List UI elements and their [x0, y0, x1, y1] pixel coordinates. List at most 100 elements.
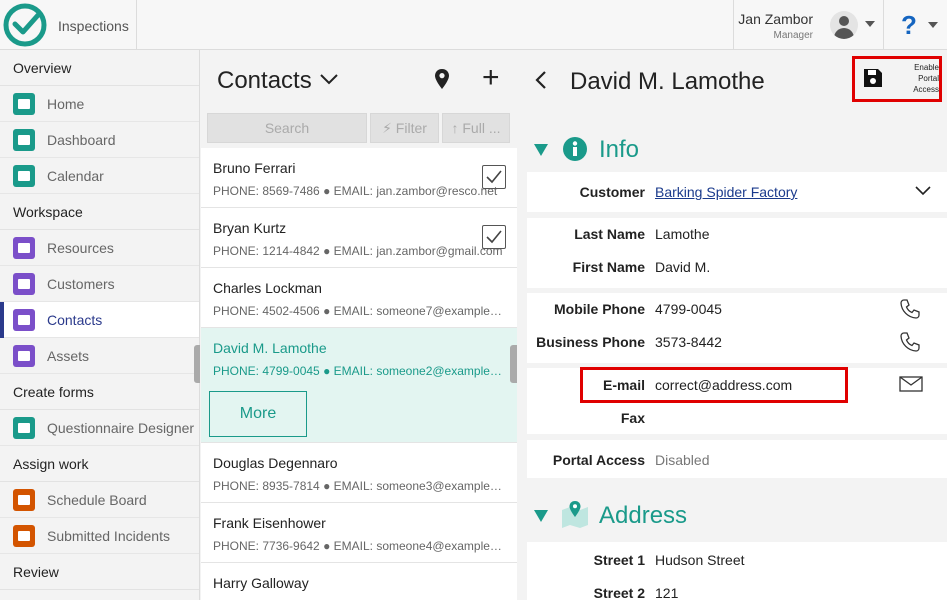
- back-icon[interactable]: [534, 70, 548, 90]
- add-contact-button[interactable]: +: [482, 63, 500, 93]
- user-role: Manager: [773, 30, 813, 41]
- sidebar-item-label: Questionnaire Designer: [47, 419, 195, 436]
- contact-details: PHONE: 8935-7814 ● EMAIL: someone3@examp…: [213, 479, 503, 493]
- save-label: Enable Portal Access: [913, 63, 939, 94]
- assets-icon: [13, 344, 35, 367]
- app-logo-icon[interactable]: [0, 0, 50, 50]
- list-header: Contacts +: [201, 50, 517, 108]
- sidebar-section-title: Assign work: [0, 446, 199, 482]
- street-fields: Street 1 Hudson Street Street 2 121: [527, 542, 947, 600]
- full-text-button[interactable]: ↑ Full ...: [442, 113, 510, 143]
- contact-list-item[interactable]: Douglas Degennaro PHONE: 8935-7814 ● EMAI…: [201, 443, 517, 503]
- list-title[interactable]: Contacts: [217, 67, 312, 95]
- customer-link[interactable]: Barking Spider Factory: [655, 184, 797, 200]
- avatar-icon[interactable]: [830, 11, 858, 39]
- resources-icon: [13, 236, 35, 259]
- address-section-title: Address: [599, 502, 688, 529]
- info-section-title: Info: [599, 136, 640, 163]
- contact-name: David M. Lamothe: [213, 340, 327, 356]
- collapse-caret-icon[interactable]: [534, 144, 548, 156]
- business-phone-label: Business Phone: [536, 334, 645, 350]
- sidebar-item-questionnaire-designer[interactable]: Questionnaire Designer: [0, 410, 199, 446]
- collapse-caret-icon[interactable]: [534, 510, 548, 522]
- contact-name: Charles Lockman: [213, 280, 322, 296]
- questionnaire-icon: [13, 416, 35, 439]
- sidebar-item-assets[interactable]: Assets: [0, 338, 199, 374]
- sidebar-item-customers[interactable]: Customers: [0, 266, 199, 302]
- checkbox-checked-icon[interactable]: [482, 225, 506, 249]
- street1-value[interactable]: Hudson Street: [655, 552, 745, 568]
- home-icon: [13, 92, 35, 115]
- contact-list-item[interactable]: Charles Lockman PHONE: 4502-4506 ● EMAIL:…: [201, 268, 517, 328]
- customer-field[interactable]: Customer Barking Spider Factory: [527, 172, 947, 212]
- sidebar-item-label: Schedule Board: [47, 491, 147, 508]
- lightning-icon: ⚡: [382, 120, 392, 136]
- contact-name: Harry Galloway: [213, 575, 309, 591]
- top-bar: Inspections Jan Zambor Manager ?: [0, 0, 947, 50]
- sidebar-item-label: Dashboard: [47, 131, 116, 148]
- more-button[interactable]: More: [209, 391, 307, 437]
- chevron-down-icon[interactable]: [865, 21, 875, 27]
- filter-button[interactable]: ⚡ Filter: [370, 113, 439, 143]
- divider: [136, 0, 137, 50]
- mail-icon[interactable]: [899, 376, 923, 392]
- help-icon[interactable]: ?: [901, 10, 917, 41]
- contact-name: Douglas Degennaro: [213, 455, 338, 471]
- contact-details: PHONE: 1214-4842 ● EMAIL: jan.zambor@gma…: [213, 244, 503, 258]
- user-menu[interactable]: Jan Zambor Manager: [733, 0, 883, 50]
- sidebar: Overview Home Dashboard Calendar Workspace Re…: [0, 50, 200, 600]
- chevron-down-icon[interactable]: [928, 22, 938, 28]
- contact-list-item[interactable]: Bryan Kurtz PHONE: 1214-4842 ● EMAIL: jan…: [201, 208, 517, 268]
- portal-access-value: Disabled: [655, 452, 710, 468]
- street1-label: Street 1: [593, 552, 645, 568]
- filter-label: Filter: [395, 120, 427, 136]
- contact-name: Bryan Kurtz: [213, 220, 287, 236]
- last-name-value[interactable]: Lamothe: [655, 226, 709, 242]
- mobile-phone-value[interactable]: 4799-0045: [655, 301, 722, 317]
- sidebar-resize-handle[interactable]: [194, 345, 200, 383]
- portal-access-field: Portal Access Disabled: [527, 440, 947, 478]
- sidebar-item-contacts[interactable]: Contacts: [0, 302, 199, 338]
- map-pin-icon[interactable]: [434, 68, 450, 90]
- contacts-icon: [13, 308, 35, 331]
- sidebar-item-label: Customers: [47, 275, 115, 292]
- chevron-down-icon[interactable]: [915, 186, 931, 196]
- sidebar-item-label: Calendar: [47, 167, 104, 184]
- app-name: Inspections: [58, 18, 129, 34]
- help-menu[interactable]: ?: [883, 0, 947, 50]
- contact-list-item[interactable]: Harry GallowayPHONE: 7736-4893 ● EMAIL: …: [201, 563, 517, 600]
- sidebar-section-title: Review: [0, 554, 199, 590]
- address-section-header[interactable]: Address: [518, 496, 947, 536]
- contact-list-item[interactable]: Bruno Ferrari PHONE: 8569-7486 ● EMAIL: j…: [201, 148, 517, 208]
- sidebar-item-resources[interactable]: Resources: [0, 230, 199, 266]
- sidebar-item-schedule-board[interactable]: Schedule Board: [0, 482, 199, 518]
- checkbox-checked-icon[interactable]: [482, 165, 506, 189]
- street2-value[interactable]: 121: [655, 585, 678, 600]
- list-resize-handle[interactable]: [510, 345, 517, 383]
- arrow-up-icon: ↑: [451, 120, 459, 136]
- sidebar-item-submitted-incidents[interactable]: Submitted Incidents: [0, 518, 199, 554]
- business-phone-value[interactable]: 3573-8442: [655, 334, 722, 350]
- sidebar-item-dashboard[interactable]: Dashboard: [0, 122, 199, 158]
- phone-icon[interactable]: [899, 331, 921, 353]
- dashboard-icon: [13, 128, 35, 151]
- info-icon: [563, 137, 587, 161]
- street2-label: Street 2: [593, 585, 645, 600]
- contact-details: PHONE: 7736-9642 ● EMAIL: someone4@examp…: [213, 539, 503, 553]
- info-section-header[interactable]: Info: [518, 130, 947, 170]
- phone-icon[interactable]: [899, 298, 921, 320]
- phone-fields: Mobile Phone 4799-0045 Business Phone 35…: [527, 293, 947, 363]
- sidebar-item-label: Contacts: [47, 311, 103, 328]
- contact-list-item[interactable]: David M. Lamothe PHONE: 4799-0045 ● EMAIL…: [201, 328, 517, 443]
- contacts-list-pane: Contacts + Search ⚡ Filter ↑ Full ... Br…: [201, 50, 517, 600]
- contact-list-item[interactable]: Frank Eisenhower PHONE: 7736-9642 ● EMAIL…: [201, 503, 517, 563]
- sidebar-item-home[interactable]: Home: [0, 86, 199, 122]
- enable-portal-access-button[interactable]: Enable Portal Access: [852, 56, 942, 102]
- contact-details: PHONE: 8569-7486 ● EMAIL: jan.zambor@res…: [213, 184, 498, 198]
- chevron-down-icon[interactable]: [319, 72, 339, 86]
- mobile-phone-label: Mobile Phone: [554, 301, 645, 317]
- first-name-value[interactable]: David M.: [655, 259, 710, 275]
- search-input[interactable]: Search: [207, 113, 367, 143]
- sidebar-item-label: Submitted Incidents: [47, 527, 170, 544]
- sidebar-item-calendar[interactable]: Calendar: [0, 158, 199, 194]
